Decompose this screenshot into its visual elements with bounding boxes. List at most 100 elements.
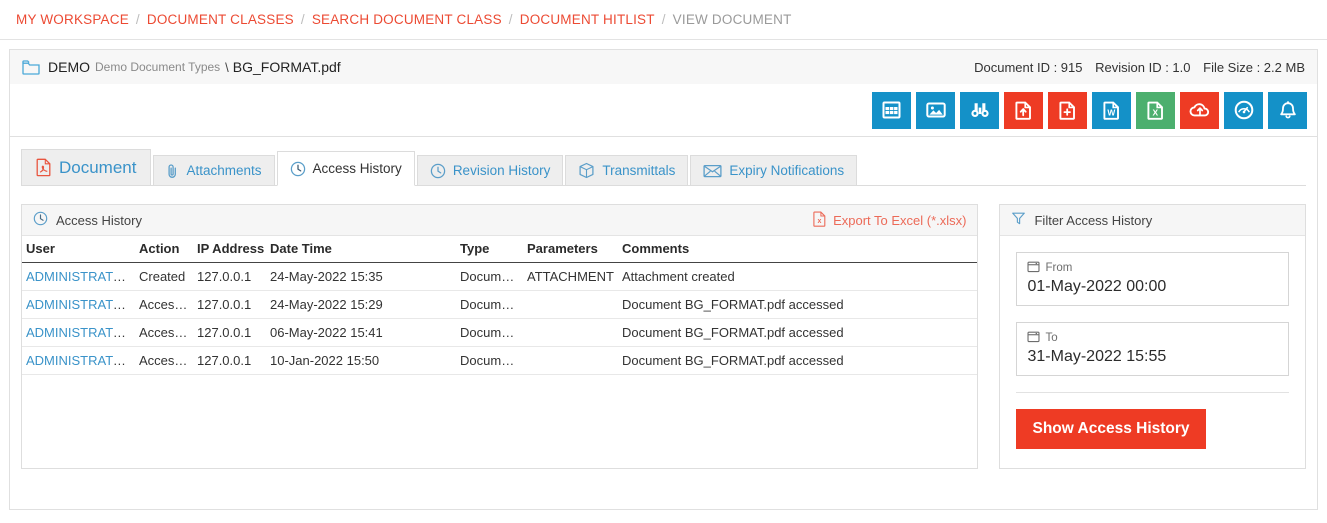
document-file-name: BG_FORMAT.pdf xyxy=(232,59,341,75)
column-header-parameters[interactable]: Parameters xyxy=(523,236,618,263)
table-row: ADMINISTRATOR Accessed 127.0.0.1 24-May-… xyxy=(22,290,978,319)
clock-icon xyxy=(33,211,48,229)
breadcrumb-item-search-document-class[interactable]: SEARCH DOCUMENT CLASS xyxy=(312,12,502,27)
cell-ip-address: 127.0.0.1 xyxy=(193,318,266,347)
export-word-button[interactable]: W xyxy=(1092,91,1131,129)
notifications-bell-button[interactable] xyxy=(1268,91,1307,129)
cell-parameters xyxy=(523,290,618,319)
tab-revision-history[interactable]: Revision History xyxy=(416,155,564,186)
table-grid-icon xyxy=(882,101,901,119)
cell-date-time: 24-May-2022 15:29 xyxy=(266,290,456,319)
tab-revision-history-label: Revision History xyxy=(452,163,551,178)
envelope-icon xyxy=(703,164,722,178)
column-header-ip-address[interactable]: IP Address xyxy=(193,236,266,263)
access-history-panel: Access History x Export To Excel (*.xlsx… xyxy=(21,204,979,469)
table-header: User Action IP Address Date Time Type Pa… xyxy=(22,236,978,263)
access-history-panel-title: Access History xyxy=(56,212,142,228)
breadcrumb-item-view-document: VIEW DOCUMENT xyxy=(672,12,792,27)
column-header-action[interactable]: Action xyxy=(135,236,193,263)
document-id: Document ID : 915 xyxy=(974,59,1083,75)
filter-access-history-panel: Filter Access History From 01-May-2022 0… xyxy=(999,204,1306,469)
cloud-upload-button[interactable] xyxy=(1180,91,1219,129)
search-binoculars-button[interactable] xyxy=(960,91,999,129)
table-row: ADMINISTRATOR Created 127.0.0.1 24-May-2… xyxy=(22,262,978,291)
upload-revision-button[interactable] xyxy=(1004,91,1043,129)
filter-divider xyxy=(1016,392,1289,393)
table-grid-button[interactable] xyxy=(872,91,911,129)
breadcrumb-separator: / xyxy=(300,12,305,27)
to-date-field[interactable]: To 31-May-2022 15:55 xyxy=(1016,322,1289,376)
from-date-value[interactable]: 01-May-2022 00:00 xyxy=(1027,278,1278,296)
table-header-row: User Action IP Address Date Time Type Pa… xyxy=(22,236,978,263)
tab-transmittals[interactable]: Transmittals xyxy=(565,155,689,186)
document-class-code: DEMO xyxy=(48,59,90,75)
dashboard-gauge-icon xyxy=(1234,100,1254,120)
tab-expiry-notifications[interactable]: Expiry Notifications xyxy=(690,155,858,186)
clock-icon xyxy=(290,161,306,177)
column-header-user[interactable]: User xyxy=(22,236,135,263)
cell-date-time: 24-May-2022 15:35 xyxy=(266,262,456,291)
filter-panel-title: Filter Access History xyxy=(1034,212,1153,228)
from-date-label: From xyxy=(1045,262,1073,274)
view-document-page: MY WORKSPACE / DOCUMENT CLASSES / SEARCH… xyxy=(0,0,1327,523)
add-document-button[interactable] xyxy=(1048,91,1087,129)
from-date-field[interactable]: From 01-May-2022 00:00 xyxy=(1016,252,1289,306)
table-row: ADMINISTRATOR Accessed 127.0.0.1 10-Jan-… xyxy=(22,346,978,375)
cell-user: ADMINISTRATOR xyxy=(22,262,135,291)
export-to-excel-link[interactable]: x Export To Excel (*.xlsx) xyxy=(813,211,966,230)
file-upload-icon xyxy=(1015,101,1032,120)
folder-icon xyxy=(22,59,40,75)
cell-user: ADMINISTRATOR xyxy=(22,290,135,319)
cell-action: Accessed xyxy=(135,318,193,347)
user-link[interactable]: ADMINISTRATOR xyxy=(26,269,132,284)
document-header: DEMO Demo Document Types \ BG_FORMAT.pdf… xyxy=(9,49,1318,84)
tab-access-history[interactable]: Access History xyxy=(276,151,415,186)
tab-attachments-label: Attachments xyxy=(186,163,262,178)
tab-attachments[interactable]: Attachments xyxy=(153,155,275,186)
breadcrumb-item-document-classes[interactable]: DOCUMENT CLASSES xyxy=(147,12,294,27)
tab-content-access-history: Access History x Export To Excel (*.xlsx… xyxy=(21,204,1306,469)
show-access-history-button[interactable]: Show Access History xyxy=(1016,409,1206,449)
cell-type: Document xyxy=(456,262,523,291)
binoculars-icon xyxy=(970,101,990,119)
calendar-icon xyxy=(1027,330,1041,346)
svg-text:x: x xyxy=(818,218,822,225)
excel-file-icon: X xyxy=(1147,101,1164,120)
dashboard-button[interactable] xyxy=(1224,91,1263,129)
document-tabs: Document Attachments Access History Revi… xyxy=(21,149,1306,186)
image-preview-button[interactable] xyxy=(916,91,955,129)
user-link[interactable]: ADMINISTRATOR xyxy=(26,325,132,340)
access-history-table: User Action IP Address Date Time Type Pa… xyxy=(22,236,978,375)
user-link[interactable]: ADMINISTRATOR xyxy=(26,297,132,312)
to-date-label-row: To xyxy=(1027,330,1278,346)
document-metadata: Document ID : 915 Revision ID : 1.0 File… xyxy=(965,60,1305,75)
column-header-date-time[interactable]: Date Time xyxy=(266,236,456,263)
from-date-label-row: From xyxy=(1027,260,1278,276)
table-row: ADMINISTRATOR Accessed 127.0.0.1 06-May-… xyxy=(22,318,978,347)
export-excel-button[interactable]: X xyxy=(1136,91,1175,129)
column-header-comments[interactable]: Comments xyxy=(618,236,978,263)
cell-ip-address: 127.0.0.1 xyxy=(193,346,266,375)
user-link[interactable]: ADMINISTRATOR xyxy=(26,353,132,368)
excel-file-icon: x xyxy=(813,211,827,230)
tab-expiry-notifications-label: Expiry Notifications xyxy=(729,163,845,178)
column-header-type[interactable]: Type xyxy=(456,236,523,263)
cell-ip-address: 127.0.0.1 xyxy=(193,262,266,291)
cell-parameters xyxy=(523,318,618,347)
cell-comments: Document BG_FORMAT.pdf accessed xyxy=(618,290,978,319)
tab-document[interactable]: Document xyxy=(21,149,152,186)
document-toolbar: W X xyxy=(9,84,1318,137)
breadcrumb-separator: / xyxy=(135,12,140,27)
table-body: ADMINISTRATOR Created 127.0.0.1 24-May-2… xyxy=(22,262,978,375)
image-icon xyxy=(925,101,946,119)
tab-document-label: Document xyxy=(59,157,137,177)
bell-icon xyxy=(1279,100,1297,120)
filter-panel-body: From 01-May-2022 00:00 To 31-May-2022 15… xyxy=(1000,236,1305,449)
pdf-file-icon xyxy=(36,158,52,177)
breadcrumb-item-my-workspace[interactable]: MY WORKSPACE xyxy=(16,12,129,27)
breadcrumb-separator: / xyxy=(661,12,666,27)
to-date-value[interactable]: 31-May-2022 15:55 xyxy=(1027,348,1278,366)
breadcrumb-item-document-hitlist[interactable]: DOCUMENT HITLIST xyxy=(520,12,655,27)
cell-action: Accessed xyxy=(135,346,193,375)
tab-access-history-label: Access History xyxy=(312,161,402,176)
